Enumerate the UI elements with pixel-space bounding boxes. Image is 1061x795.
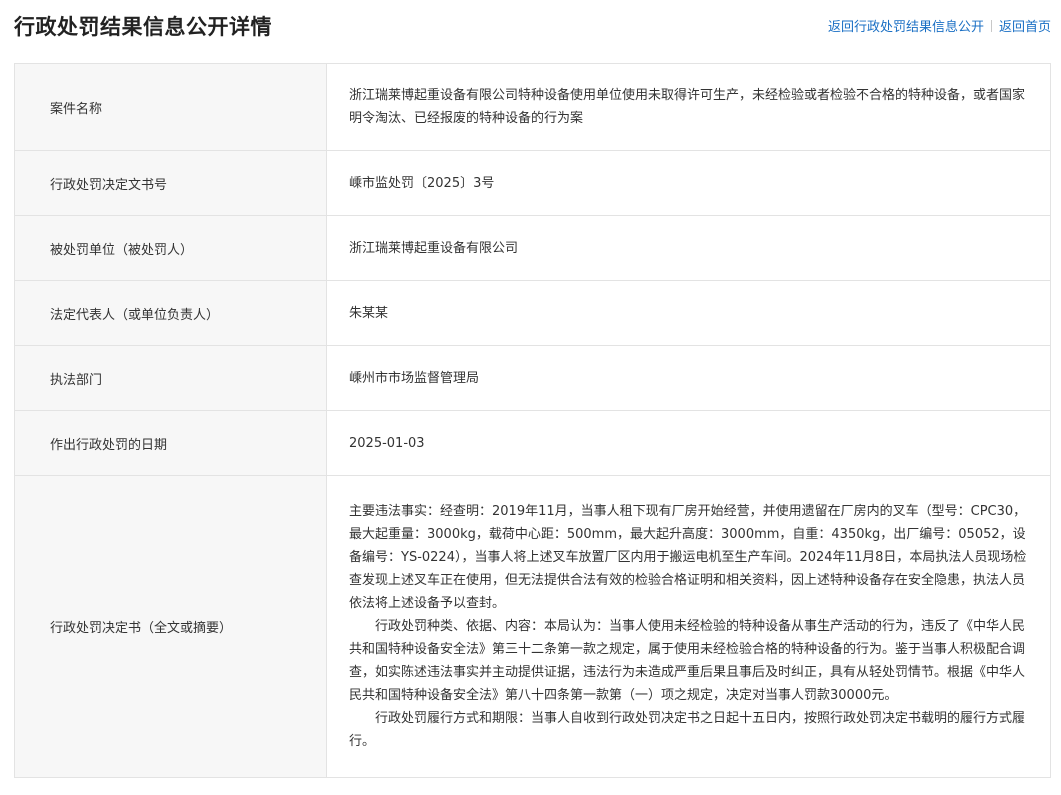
- row-value-legal-representative: 朱某某: [326, 280, 1051, 346]
- page-title: 行政处罚结果信息公开详情: [14, 15, 272, 39]
- row-value-enforcement-department: 嵊州市市场监督管理局: [326, 345, 1051, 411]
- row-label-decision-date: 作出行政处罚的日期: [14, 410, 327, 476]
- decision-paragraph-fulfillment: 行政处罚履行方式和期限：当事人自收到行政处罚决定书之日起十五日内，按照行政处罚决…: [349, 711, 1026, 749]
- table-row: 被处罚单位（被处罚人） 浙江瑞莱博起重设备有限公司: [14, 215, 1051, 281]
- decision-paragraph-penalty: 行政处罚种类、依据、内容：本局认为：当事人使用未经检验的特种设备从事生产活动的行…: [349, 619, 1026, 703]
- table-row: 行政处罚决定书（全文或摘要） 主要违法事实：经查明：2019年11月，当事人租下…: [14, 475, 1051, 778]
- row-value-document-number: 嵊市监处罚〔2025〕3号: [326, 150, 1051, 216]
- table-row: 作出行政处罚的日期 2025-01-03: [14, 410, 1051, 476]
- detail-table: 案件名称 浙江瑞莱博起重设备有限公司特种设备使用单位使用未取得许可生产，未经检验…: [14, 63, 1051, 778]
- row-label-legal-representative: 法定代表人（或单位负责人）: [14, 280, 327, 346]
- row-label-document-number: 行政处罚决定文书号: [14, 150, 327, 216]
- back-to-list-link[interactable]: 返回行政处罚结果信息公开: [828, 16, 984, 35]
- row-value-penalized-party: 浙江瑞莱博起重设备有限公司: [326, 215, 1051, 281]
- row-value-decision-document: 主要违法事实：经查明：2019年11月，当事人租下现有厂房开始经营，并使用遗留在…: [326, 475, 1051, 778]
- row-value-case-name: 浙江瑞莱博起重设备有限公司特种设备使用单位使用未取得许可生产，未经检验或者检验不…: [326, 63, 1051, 151]
- row-value-decision-date: 2025-01-03: [326, 410, 1051, 476]
- table-row: 法定代表人（或单位负责人） 朱某某: [14, 280, 1051, 346]
- row-label-penalized-party: 被处罚单位（被处罚人）: [14, 215, 327, 281]
- page-header: 行政处罚结果信息公开详情 返回行政处罚结果信息公开 返回首页: [14, 0, 1051, 52]
- back-to-home-link[interactable]: 返回首页: [999, 16, 1051, 35]
- nav-divider: [990, 19, 992, 32]
- table-row: 行政处罚决定文书号 嵊市监处罚〔2025〕3号: [14, 150, 1051, 216]
- decision-paragraph-facts: 主要违法事实：经查明：2019年11月，当事人租下现有厂房开始经营，并使用遗留在…: [349, 504, 1027, 611]
- row-label-case-name: 案件名称: [14, 63, 327, 151]
- row-label-enforcement-department: 执法部门: [14, 345, 327, 411]
- header-nav: 返回行政处罚结果信息公开 返回首页: [828, 16, 1051, 35]
- row-label-decision-document: 行政处罚决定书（全文或摘要）: [14, 475, 327, 778]
- table-row: 案件名称 浙江瑞莱博起重设备有限公司特种设备使用单位使用未取得许可生产，未经检验…: [14, 63, 1051, 151]
- table-row: 执法部门 嵊州市市场监督管理局: [14, 345, 1051, 411]
